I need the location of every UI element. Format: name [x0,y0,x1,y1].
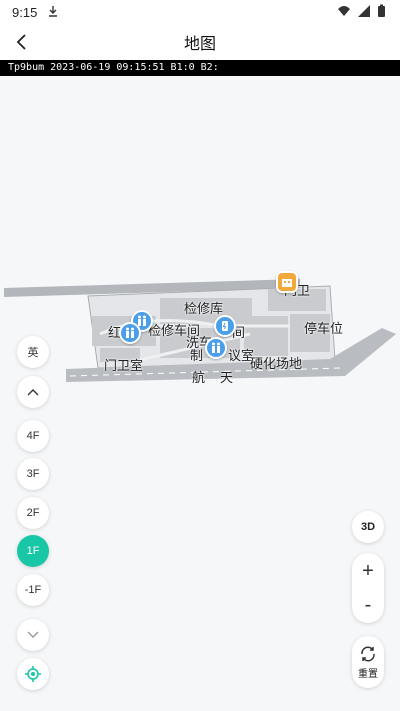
floor-button-3f[interactable]: 3F [17,458,49,490]
building-icon [282,279,292,287]
label-hall[interactable]: 制 [190,345,203,364]
chevron-left-icon [16,34,26,50]
download-icon [47,5,59,20]
zoom-in-button[interactable]: + [352,554,384,588]
signal-icon [357,4,371,21]
label-inspection-depot[interactable]: 检修库 [184,298,223,317]
reset-label: 重置 [358,668,378,680]
language-toggle-button[interactable]: 英 [17,336,49,368]
status-icons [337,4,386,21]
mode-3d-button[interactable]: 3D [352,511,384,543]
poi-charging-marker[interactable] [214,315,236,337]
debug-info-strip: Tp9bum 2023-06-19 09:15:51 B1:0 B2: [0,60,400,76]
back-button[interactable] [10,30,34,54]
label-parking[interactable]: 停车位 [304,318,343,337]
nav-bar: 地图 [0,24,400,60]
floor-button-1f[interactable]: 1F [17,535,49,567]
zoom-control: + - [352,553,384,623]
restroom-icon [212,342,220,353]
restroom-icon [126,327,134,338]
poi-restroom-marker-2[interactable] [119,322,141,344]
page-title: 地图 [183,36,216,53]
locate-icon [25,666,41,682]
charging-icon [222,321,228,331]
wifi-icon [337,4,351,21]
floor-button-4f[interactable]: 4F [17,420,49,452]
floor-up-button[interactable] [17,376,49,408]
label-tian[interactable]: 天 [220,367,233,386]
poi-restroom-marker-3[interactable] [205,337,227,359]
label-hang[interactable]: 航 [192,367,205,386]
label-gate-room[interactable]: 门卫室 [104,355,143,374]
map-canvas[interactable] [0,76,400,711]
refresh-icon [361,646,375,661]
map-view[interactable]: 检修库 门卫 停车位 红 检修车间 洗车 间 制 议室 硬化场地 门卫室 航 天 [0,76,400,711]
floor-down-button[interactable] [17,619,49,651]
status-time: 9:15 [12,4,38,20]
chevron-up-icon [27,389,39,396]
floor-button-minus-1f[interactable]: -1F [17,574,49,606]
floor-button-2f[interactable]: 2F [17,497,49,529]
status-bar: 9:15 [0,0,400,24]
zoom-out-button[interactable]: - [352,588,384,622]
chevron-down-icon [27,631,39,638]
poi-guard-marker[interactable] [276,271,298,293]
label-hard-field[interactable]: 硬化场地 [250,353,302,372]
reset-button[interactable]: 重置 [352,636,384,688]
locate-button[interactable] [17,658,49,690]
battery-icon [377,4,386,21]
